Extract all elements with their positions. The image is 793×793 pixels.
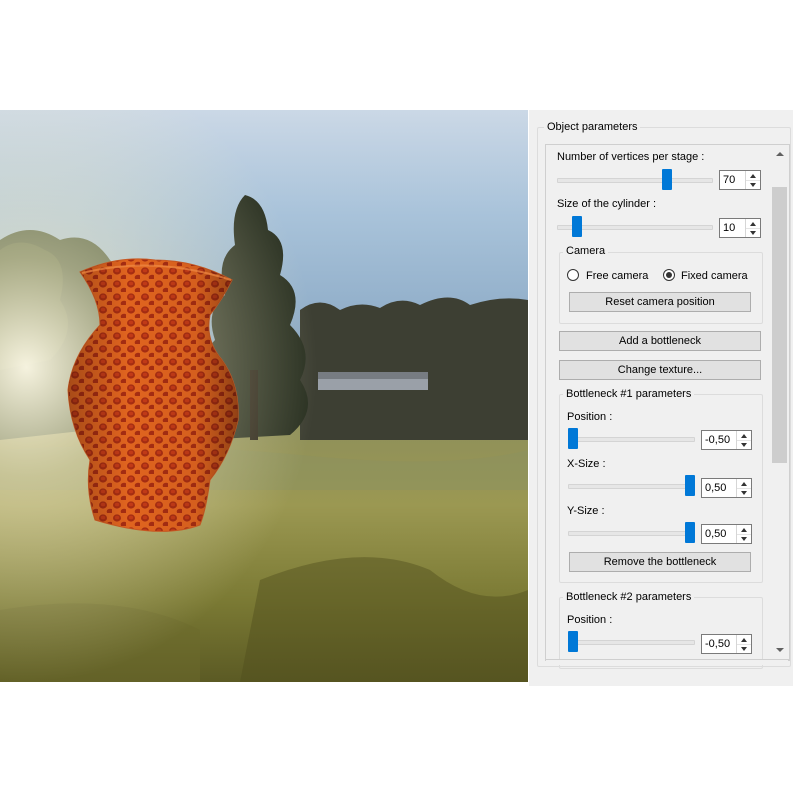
scene-render xyxy=(0,110,528,682)
b1-xsize-label: X-Size : xyxy=(567,458,606,470)
free-camera-radio[interactable] xyxy=(567,269,579,281)
b2-position-label: Position : xyxy=(567,614,613,626)
slider-thumb[interactable] xyxy=(685,522,695,543)
cylinder-label: Size of the cylinder : xyxy=(557,198,657,210)
b1-ysize-spinbox[interactable]: 0,50 xyxy=(701,524,752,544)
scroll-down-icon[interactable] xyxy=(771,641,788,658)
cylinder-slider[interactable] xyxy=(557,216,713,237)
slider-track xyxy=(557,178,713,183)
spinbox-value: -0,50 xyxy=(705,434,731,446)
b1-position-slider[interactable] xyxy=(568,428,695,449)
fixed-camera-label[interactable]: Fixed camera xyxy=(681,270,748,283)
spin-down-icon[interactable] xyxy=(737,488,751,497)
reset-camera-button[interactable]: Reset camera position xyxy=(569,292,751,312)
b1-ysize-label: Y-Size : xyxy=(567,505,605,517)
spinbox-value: 0,50 xyxy=(705,482,727,494)
b2-position-spinbox[interactable]: -0,50 xyxy=(701,634,752,654)
spinbox-value: -0,50 xyxy=(705,638,731,650)
spin-down-icon[interactable] xyxy=(737,440,751,449)
spin-down-icon[interactable] xyxy=(746,180,760,189)
slider-thumb[interactable] xyxy=(685,475,695,496)
remove-bottleneck-button[interactable]: Remove the bottleneck xyxy=(569,552,751,572)
change-texture-button[interactable]: Change texture... xyxy=(559,360,761,380)
scrollbar-thumb[interactable] xyxy=(772,187,787,463)
slider-track xyxy=(568,437,695,442)
3d-viewport[interactable] xyxy=(0,110,528,682)
slider-thumb[interactable] xyxy=(568,428,578,449)
scroll-up-icon[interactable] xyxy=(771,145,788,162)
b1-position-spinbox[interactable]: -0,50 xyxy=(701,430,752,450)
b1-xsize-slider[interactable] xyxy=(568,475,695,496)
camera-group xyxy=(559,252,763,324)
slider-thumb[interactable] xyxy=(568,631,578,652)
free-camera-label[interactable]: Free camera xyxy=(586,270,648,283)
bottleneck-2-title: Bottleneck #2 parameters xyxy=(563,591,695,604)
slider-track xyxy=(568,531,695,536)
vertices-label: Number of vertices per stage : xyxy=(557,151,705,163)
slider-track xyxy=(568,640,695,645)
b1-position-label: Position : xyxy=(567,411,613,423)
vertical-scrollbar[interactable] xyxy=(771,145,788,658)
b1-ysize-slider[interactable] xyxy=(568,522,695,543)
slider-thumb[interactable] xyxy=(572,216,582,237)
bottleneck-1-title: Bottleneck #1 parameters xyxy=(563,388,695,401)
spinbox-value: 0,50 xyxy=(705,528,727,540)
vertices-slider[interactable] xyxy=(557,169,713,190)
slider-track xyxy=(568,484,695,489)
spin-down-icon[interactable] xyxy=(737,644,751,653)
spinbox-value: 70 xyxy=(723,174,736,186)
add-bottleneck-button[interactable]: Add a bottleneck xyxy=(559,331,761,351)
spinbox-value: 10 xyxy=(723,222,736,234)
scroll-area-bottom-border xyxy=(545,659,789,660)
spin-down-icon[interactable] xyxy=(737,534,751,543)
cylinder-spinbox[interactable]: 10 xyxy=(719,218,761,238)
slider-thumb[interactable] xyxy=(662,169,672,190)
b1-xsize-spinbox[interactable]: 0,50 xyxy=(701,478,752,498)
vertices-spinbox[interactable]: 70 xyxy=(719,170,761,190)
panel-bottom-mask xyxy=(529,686,793,793)
camera-title: Camera xyxy=(563,245,609,258)
b2-position-slider[interactable] xyxy=(568,631,695,652)
spin-down-icon[interactable] xyxy=(746,228,760,237)
fixed-camera-radio[interactable] xyxy=(663,269,675,281)
object-parameters-title: Object parameters xyxy=(544,121,641,134)
